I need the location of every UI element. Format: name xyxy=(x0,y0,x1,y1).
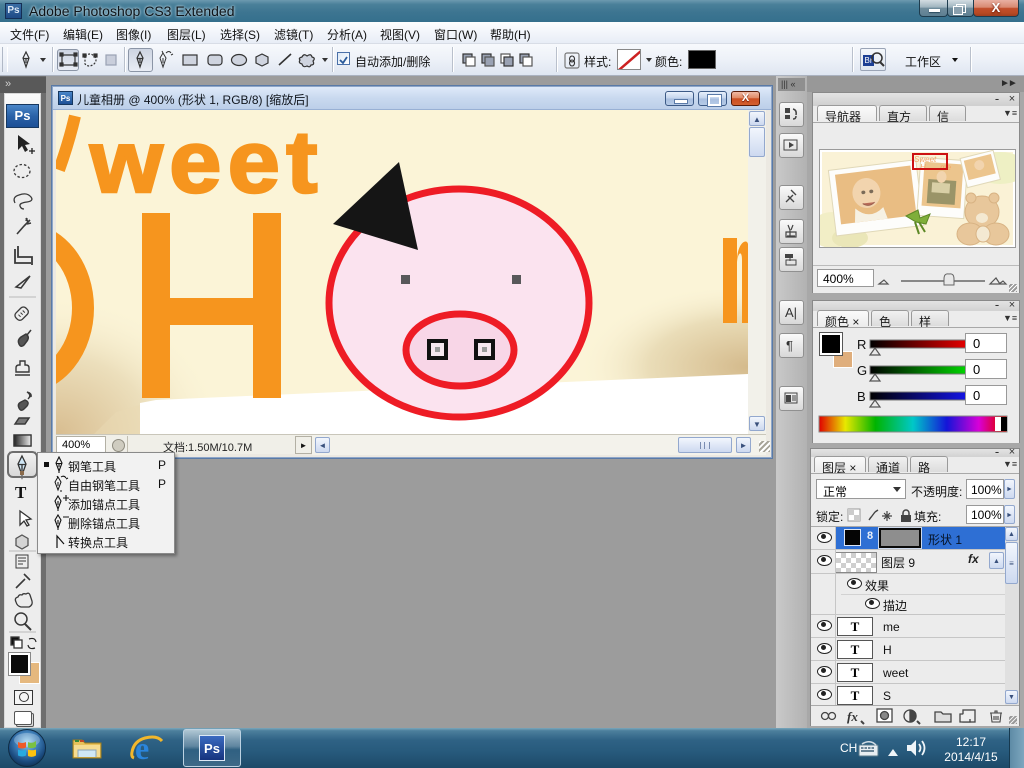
svg-text:weet: weet xyxy=(89,114,324,212)
svg-text:me: me xyxy=(940,163,952,172)
svg-text:¶: ¶ xyxy=(786,338,793,353)
svg-text:B: B xyxy=(857,389,866,404)
svg-text:fx: fx xyxy=(847,709,858,724)
svg-text:R: R xyxy=(857,337,866,352)
svg-text:A|: A| xyxy=(785,305,797,320)
svg-text:G: G xyxy=(857,363,867,378)
svg-text:T: T xyxy=(15,483,27,502)
svg-text:H: H xyxy=(920,163,926,172)
